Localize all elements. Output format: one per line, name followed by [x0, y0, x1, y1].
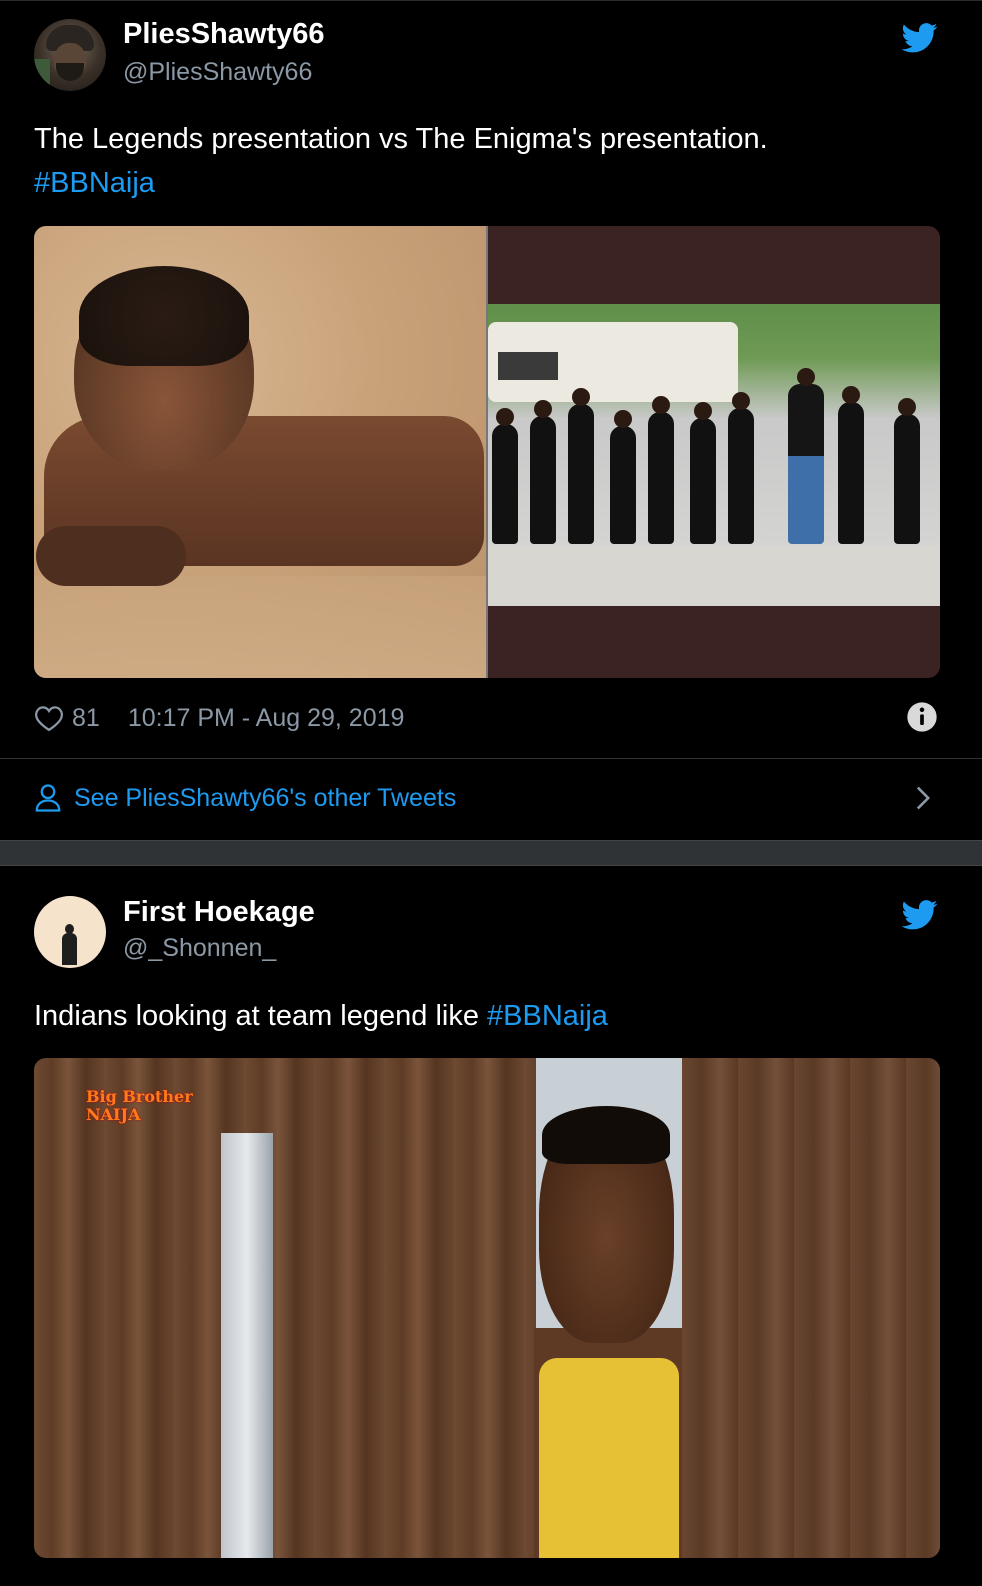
chevron-right-icon[interactable] [914, 785, 932, 811]
avatar[interactable] [34, 19, 106, 91]
tweet-text-main: The Legends presentation vs The Enigma's… [34, 123, 768, 155]
info-icon[interactable] [906, 701, 938, 733]
big-brother-naija-logo: Big Brother NAIJA [86, 1088, 193, 1124]
door-handle-plate [221, 1133, 273, 1558]
person-head [898, 398, 916, 416]
timestamp[interactable]: 10:17 PM - Aug 29, 2019 [128, 704, 405, 733]
divider [0, 758, 982, 759]
media-right-panel [488, 226, 940, 678]
tweet-separator [0, 840, 982, 866]
tweet-card: First Hoekage @_Shonnen_ Indians looking… [0, 866, 982, 1586]
person-figure [568, 388, 594, 544]
tweet-text: Indians looking at team legend like #BBN… [34, 994, 934, 1038]
person-head [496, 408, 514, 426]
display-name[interactable]: First Hoekage [123, 896, 315, 929]
media-left-panel [34, 226, 486, 678]
person-figure [728, 392, 754, 544]
person-figure [610, 410, 636, 544]
man-hair [542, 1106, 670, 1164]
person-head [732, 392, 750, 410]
person-head [534, 400, 552, 418]
tweet-card: PliesShawty66 @PliesShawty66 The Legends… [0, 0, 982, 840]
wooden-door-right [682, 1058, 940, 1558]
avatar[interactable] [34, 896, 106, 968]
person-figure [648, 396, 674, 544]
sand-area [34, 576, 486, 678]
person-icon [35, 784, 61, 812]
user-handle[interactable]: @_Shonnen_ [123, 934, 276, 963]
baby-hair [79, 266, 249, 366]
person-figure [838, 386, 864, 544]
twitter-bird-icon[interactable] [902, 900, 938, 930]
user-handle[interactable]: @PliesShawty66 [123, 58, 312, 87]
twitter-bird-icon[interactable] [902, 23, 938, 53]
group-photo [488, 304, 940, 606]
tweet-meta: 81 10:17 PM - Aug 29, 2019 [34, 701, 404, 735]
person-head [842, 386, 860, 404]
person-figure [894, 398, 920, 544]
person-figure [690, 402, 716, 544]
logo-line-2: NAIJA [86, 1105, 141, 1124]
person-figure [788, 368, 824, 544]
person-figure [492, 408, 518, 544]
person-head [694, 402, 712, 420]
baby-hand [36, 526, 186, 586]
tweet-text: The Legends presentation vs The Enigma's… [34, 117, 934, 205]
tweet-text-main: Indians looking at team legend like [34, 1000, 488, 1032]
tweet-media[interactable] [34, 226, 940, 678]
avatar-background [34, 59, 50, 91]
tweet-media[interactable]: Big Brother NAIJA [34, 1058, 940, 1558]
yellow-apron [539, 1358, 679, 1558]
like-count: 81 [72, 703, 100, 732]
person-head [614, 410, 632, 428]
display-name[interactable]: PliesShawty66 [123, 18, 325, 51]
see-other-tweets-link[interactable]: See PliesShawty66's other Tweets [34, 778, 456, 818]
person-head [572, 388, 590, 406]
crowd [488, 364, 940, 564]
see-other-tweets-label: See PliesShawty66's other Tweets [74, 783, 457, 812]
heart-icon[interactable] [34, 704, 64, 732]
logo-line-1: Big Brother [86, 1087, 193, 1106]
hashtag-link[interactable]: #BBNaija [487, 1000, 608, 1032]
hashtag-link[interactable]: #BBNaija [34, 167, 155, 199]
person-figure [530, 400, 556, 544]
avatar-figure-body [62, 933, 77, 965]
person-head [797, 368, 815, 386]
avatar-beard [56, 63, 84, 81]
person-head [652, 396, 670, 414]
